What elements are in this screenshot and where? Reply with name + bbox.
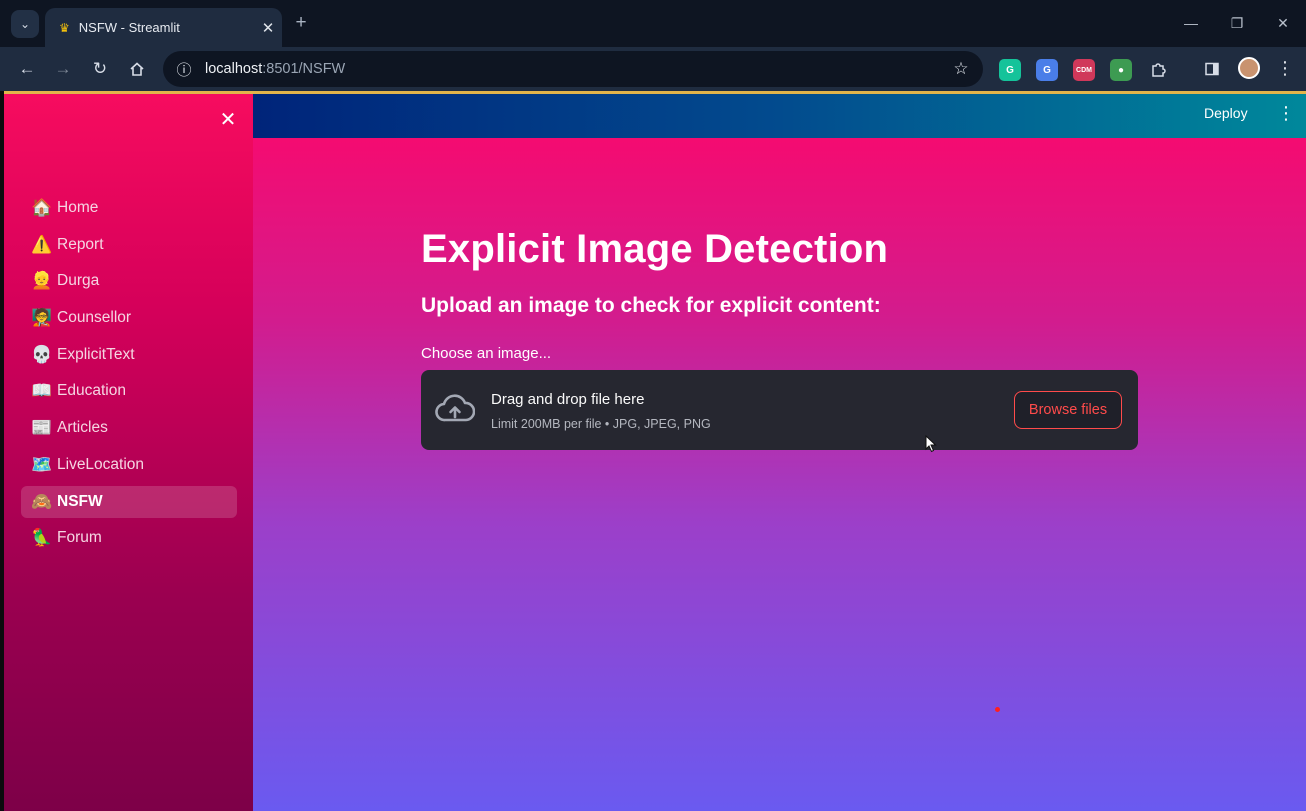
dropzone-limit-text: Limit 200MB per file • JPG, JPEG, PNG bbox=[491, 417, 711, 431]
open-book-icon: 📖 bbox=[31, 381, 53, 401]
sidebar-item-education[interactable]: 📖 Education bbox=[21, 375, 237, 407]
sidebar-item-label: Report bbox=[57, 235, 104, 253]
browser-tab-bar: ⌄ ♛ NSFW - Streamlit ✕ + — ❐ ✕ bbox=[0, 0, 1306, 47]
app-menu-icon[interactable]: ⋮ bbox=[1277, 103, 1295, 125]
reload-button[interactable]: ↻ bbox=[86, 55, 114, 83]
teacher-icon: 🧑‍🏫 bbox=[31, 308, 53, 328]
profile-avatar[interactable] bbox=[1238, 57, 1260, 79]
chevron-down-icon: ⌄ bbox=[19, 17, 31, 31]
puzzle-icon bbox=[1151, 62, 1166, 77]
sidebar: ✕ 🏠 Home ⚠️ Report 👱 Durga 🧑‍🏫 Counsellor 💀 E… bbox=[4, 91, 253, 811]
sidebar-item-label: Articles bbox=[57, 419, 108, 437]
url-text: localhost:8501/NSFW bbox=[205, 61, 346, 77]
sidebar-nav: 🏠 Home ⚠️ Report 👱 Durga 🧑‍🏫 Counsellor 💀 Exp… bbox=[21, 192, 237, 559]
house-icon: 🏠 bbox=[31, 198, 53, 217]
tab-title: NSFW - Streamlit bbox=[78, 20, 180, 35]
page-subtitle: Upload an image to check for explicit co… bbox=[421, 294, 881, 317]
sidebar-item-livelocation[interactable]: 🗺️ LiveLocation bbox=[21, 449, 237, 481]
sidebar-item-home[interactable]: 🏠 Home bbox=[21, 192, 237, 224]
file-dropzone[interactable]: Drag and drop file here Limit 200MB per … bbox=[421, 370, 1138, 450]
parrot-icon: 🦜 bbox=[31, 528, 53, 548]
back-button[interactable]: ← bbox=[13, 55, 41, 83]
deploy-button[interactable]: Deploy bbox=[1204, 105, 1248, 121]
restore-icon: ❐ bbox=[1230, 15, 1244, 31]
close-sidebar-icon[interactable]: ✕ bbox=[215, 107, 241, 133]
skull-icon: 💀 bbox=[31, 344, 53, 364]
forward-button[interactable]: → bbox=[49, 55, 77, 83]
sidebar-item-label: NSFW bbox=[57, 492, 103, 510]
browser-tab-active[interactable]: ♛ NSFW - Streamlit ✕ bbox=[45, 8, 282, 47]
streamlit-crown-icon: ♛ bbox=[59, 20, 70, 35]
mouse-cursor-icon bbox=[925, 435, 937, 453]
sidebar-item-label: Counsellor bbox=[57, 309, 132, 327]
sidebar-item-counsellor[interactable]: 🧑‍🏫 Counsellor bbox=[21, 302, 237, 334]
main-content: Deploy ⋮ Explicit Image Detection Upload… bbox=[253, 91, 1306, 811]
sidebar-item-articles[interactable]: 📰 Articles bbox=[21, 412, 237, 444]
sidebar-item-explicittext[interactable]: 💀 ExplicitText bbox=[21, 339, 237, 371]
browse-files-button[interactable]: Browse files bbox=[1014, 391, 1122, 429]
tab-search-button[interactable]: ⌄ bbox=[11, 10, 39, 38]
page-top-divider bbox=[4, 91, 1306, 94]
side-panel-icon bbox=[1205, 62, 1219, 76]
sidebar-item-nsfw[interactable]: 🙈 NSFW bbox=[21, 485, 237, 518]
see-no-evil-monkey-icon: 🙈 bbox=[31, 491, 53, 511]
cloud-upload-icon bbox=[435, 394, 475, 422]
reload-icon: ↻ bbox=[92, 59, 108, 78]
translate-icon[interactable]: G bbox=[1036, 59, 1058, 81]
map-icon: 🗺️ bbox=[31, 454, 53, 474]
sidebar-item-label: Home bbox=[57, 199, 99, 216]
new-tab-button[interactable]: + bbox=[289, 12, 313, 36]
grammarly-icon[interactable]: G bbox=[999, 59, 1021, 81]
window-minimize-button[interactable]: — bbox=[1176, 12, 1206, 36]
sidebar-item-label: LiveLocation bbox=[57, 455, 145, 473]
home-button[interactable] bbox=[123, 55, 151, 83]
arrow-left-icon: ← bbox=[18, 59, 36, 78]
sidebar-item-forum[interactable]: 🦜 Forum bbox=[21, 522, 237, 554]
side-panel-button[interactable] bbox=[1198, 55, 1226, 83]
browser-toolbar: ← → ↻ ⓘ localhost:8501/NSFW ☆ G G CDM ● … bbox=[0, 47, 1306, 91]
color-picker-icon[interactable]: ● bbox=[1110, 59, 1132, 81]
file-uploader-label: Choose an image... bbox=[421, 345, 552, 362]
window-close-button[interactable]: ✕ bbox=[1268, 12, 1298, 36]
site-info-icon[interactable]: ⓘ bbox=[167, 59, 201, 80]
close-icon: ✕ bbox=[1277, 15, 1289, 31]
browser-menu-icon[interactable]: ⋮ bbox=[1276, 57, 1294, 81]
sidebar-item-durga[interactable]: 👱 Durga bbox=[21, 265, 237, 297]
sidebar-item-label: Durga bbox=[57, 272, 100, 290]
streamlit-app: ✕ 🏠 Home ⚠️ Report 👱 Durga 🧑‍🏫 Counsellor 💀 E… bbox=[4, 91, 1306, 811]
minimize-icon: — bbox=[1184, 15, 1198, 31]
sidebar-item-label: ExplicitText bbox=[57, 345, 135, 363]
tab-close-icon[interactable]: ✕ bbox=[254, 19, 282, 37]
shield-extension-icon[interactable]: CDM bbox=[1073, 59, 1095, 81]
bookmark-star-icon[interactable]: ☆ bbox=[939, 59, 983, 79]
sidebar-item-label: Forum bbox=[57, 529, 102, 547]
app-header: Deploy ⋮ bbox=[253, 91, 1306, 138]
arrow-right-icon: → bbox=[54, 59, 72, 78]
home-icon bbox=[130, 62, 144, 76]
sidebar-item-label: Education bbox=[57, 382, 126, 400]
sidebar-item-report[interactable]: ⚠️ Report bbox=[21, 229, 237, 261]
window-restore-button[interactable]: ❐ bbox=[1222, 12, 1252, 36]
newspaper-icon: 📰 bbox=[31, 418, 53, 438]
address-bar[interactable]: ⓘ localhost:8501/NSFW ☆ bbox=[163, 51, 983, 87]
warning-icon: ⚠️ bbox=[31, 234, 53, 254]
page-title: Explicit Image Detection bbox=[421, 227, 889, 271]
person-icon: 👱 bbox=[31, 271, 53, 291]
plus-icon: + bbox=[295, 12, 307, 33]
pointer-dot bbox=[995, 707, 1000, 712]
dropzone-instructions: Drag and drop file here bbox=[491, 391, 645, 408]
extensions-button[interactable] bbox=[1144, 55, 1172, 83]
